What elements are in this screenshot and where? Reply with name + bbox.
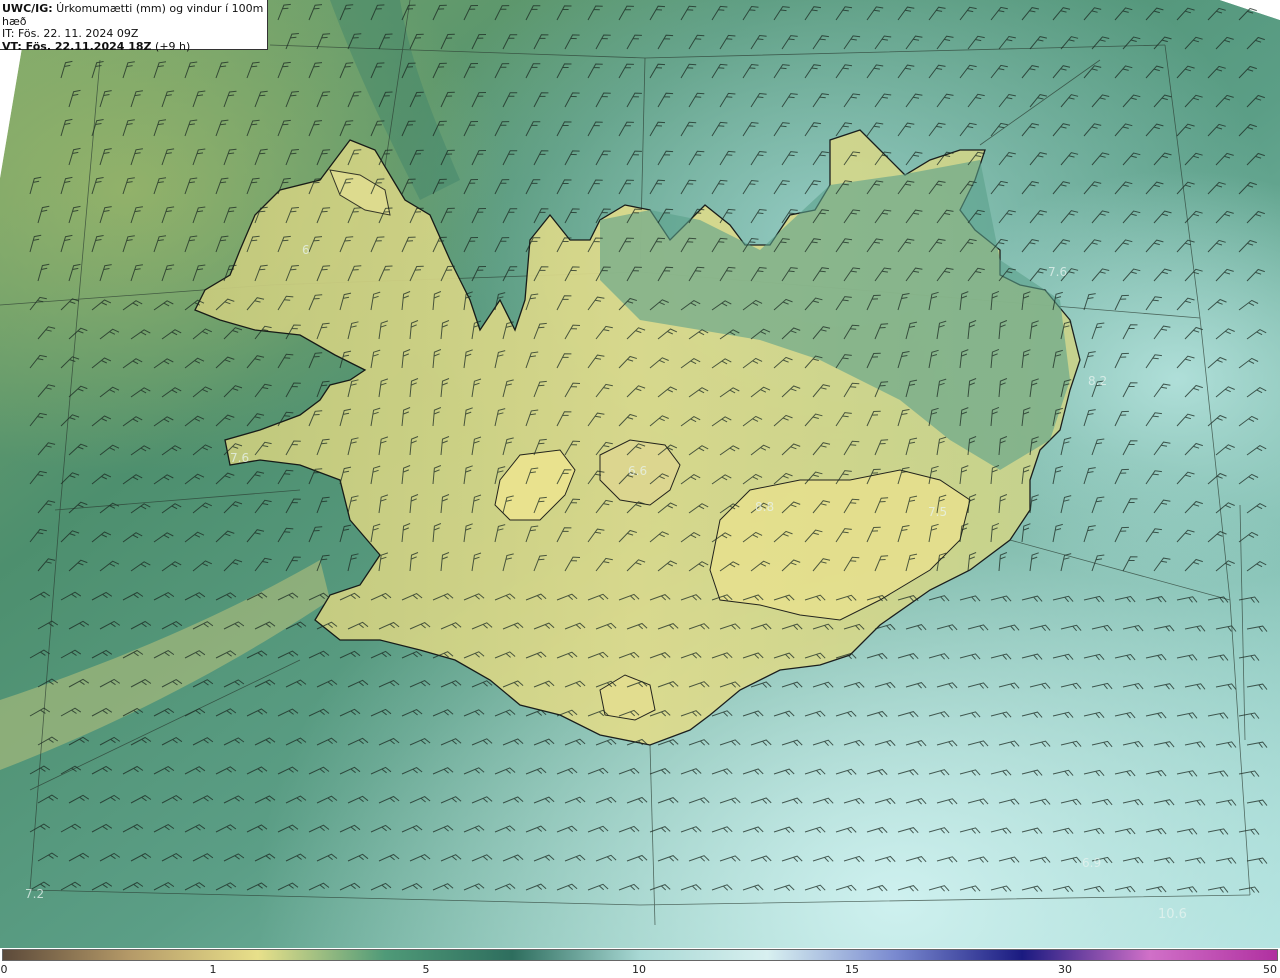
color-tick-15: 15: [845, 963, 859, 976]
valid-time: VT: Fös. 22.11.2024 18Z (+9 h): [2, 39, 267, 54]
map-info-box: UWC/IG: Úrkomumætti (mm) og vindur í 100…: [0, 0, 268, 52]
value-label-west-fjords: 6: [302, 243, 310, 257]
color-tick-0: 0: [0, 963, 8, 976]
color-tick-5: 5: [422, 963, 430, 976]
color-tick-50: 50: [1263, 963, 1277, 976]
value-label-southwest-sea: 7.2: [25, 887, 45, 901]
lead-time: (+9 h): [151, 39, 191, 53]
value-label-southeast-sea: 6.9: [1082, 856, 1102, 870]
value-label-east-sea: 8.2: [1088, 374, 1108, 388]
valid-time-value: VT: Fös. 22.11.2024 18Z: [2, 39, 152, 53]
color-tick-10: 10: [632, 963, 646, 976]
value-label-vatnajokull: 8.8: [755, 500, 775, 514]
value-label-northeast: 7.6: [1048, 265, 1068, 279]
color-tick-1: 1: [209, 963, 217, 976]
color-tick-30: 30: [1058, 963, 1072, 976]
value-label-central: 6.6: [628, 464, 648, 478]
map-title: UWC/IG: Úrkomumætti (mm) og vindur í 100…: [2, 2, 267, 28]
color-scale-bar: 0 1 5 10 15 30 50: [0, 948, 1280, 978]
value-label-snaefellsnes: 7.6: [230, 451, 250, 465]
value-label-south-sea: 10.6: [1158, 907, 1187, 922]
color-scale-strip: [2, 949, 1278, 961]
value-label-east: 7.5: [928, 505, 948, 519]
model-name: UWC/IG:: [2, 2, 53, 15]
map-stage: 6 7.6 6.6 8.8 7.5 7.6 8.2 6.9 10.6 7.2 U…: [0, 0, 1280, 978]
